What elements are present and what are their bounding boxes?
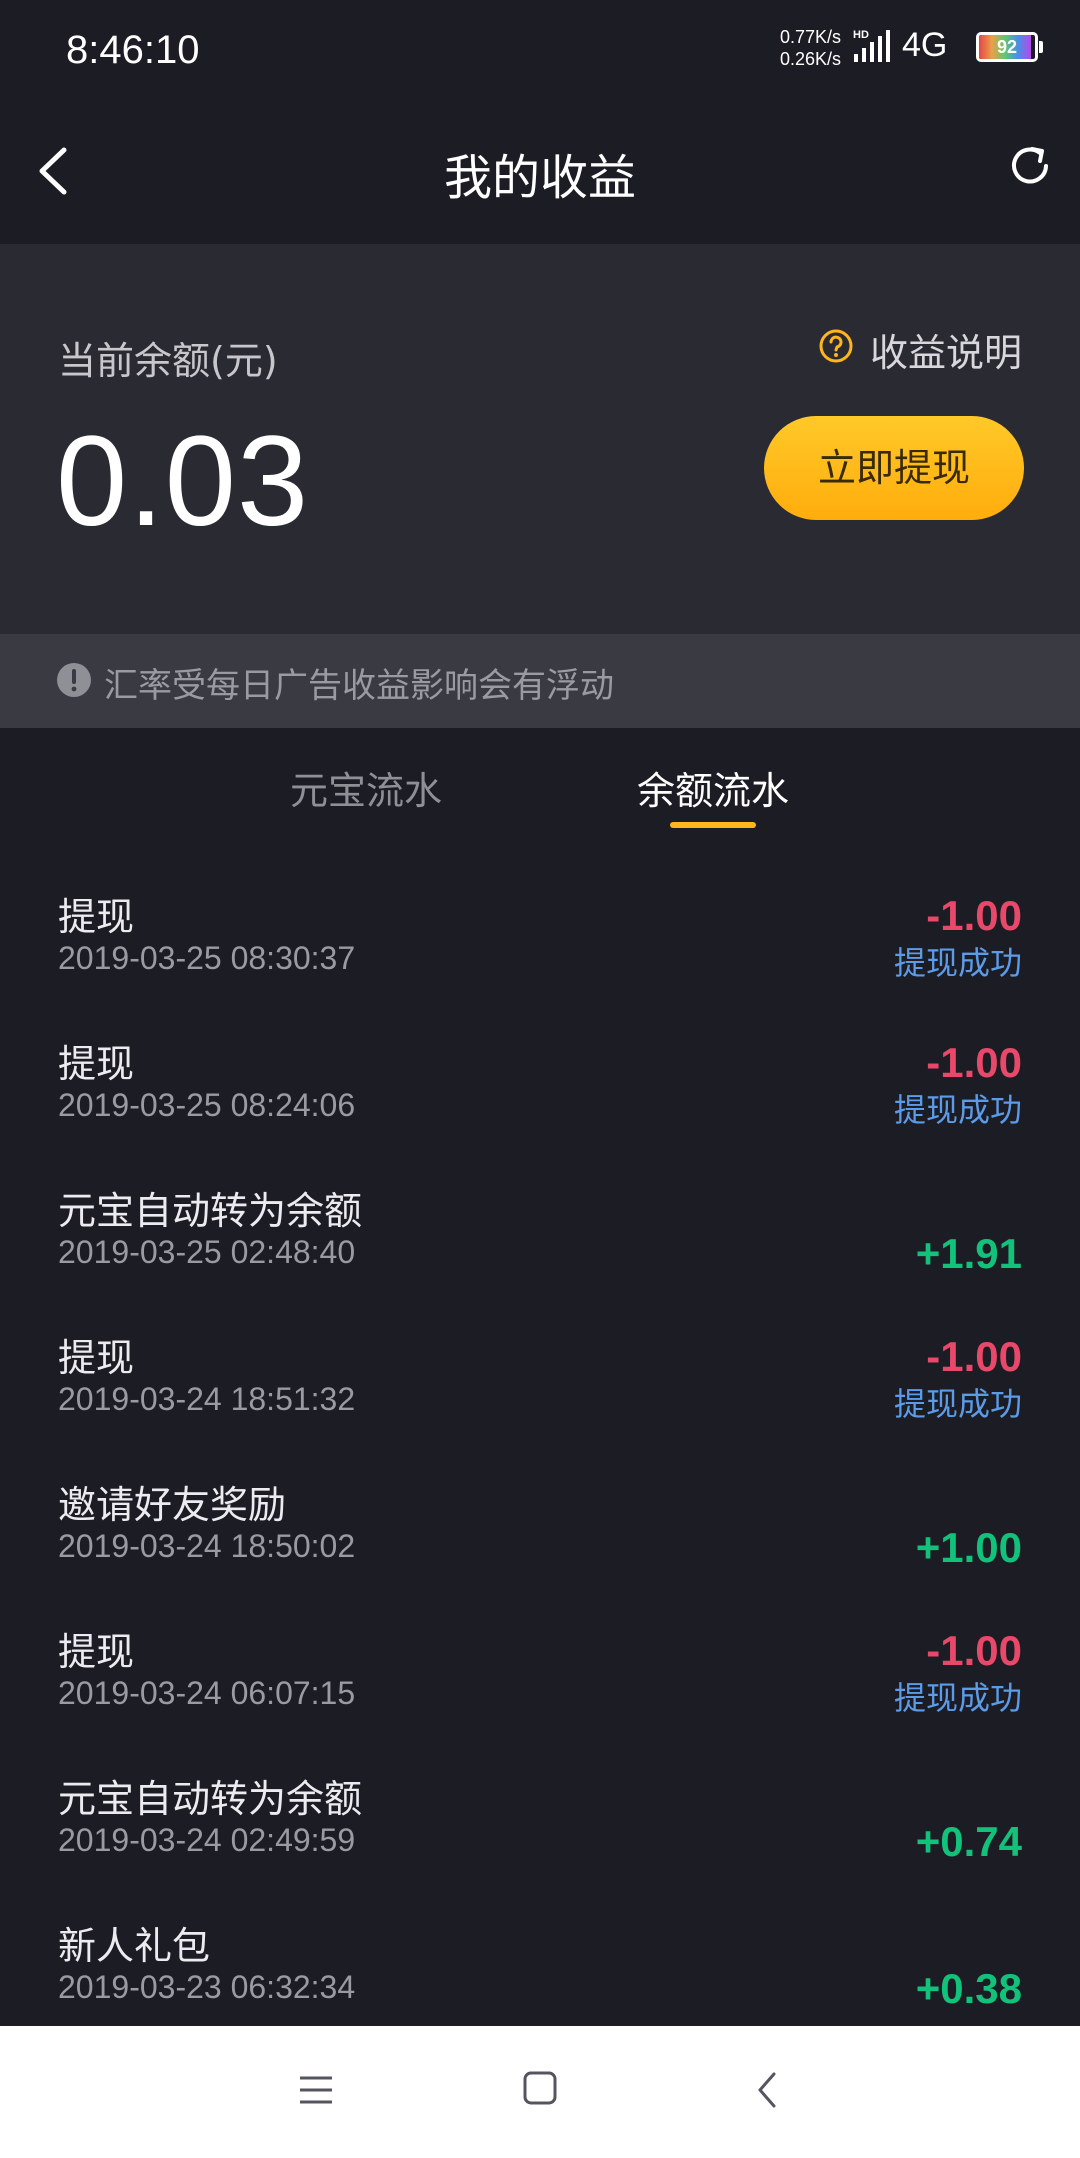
network-type: 4G (902, 26, 948, 64)
balance-value: 0.03 (56, 410, 310, 553)
battery-percent: 92 (996, 37, 1018, 57)
transaction-amount: +1.91 (915, 1230, 1022, 1277)
transaction-row: 元宝自动转为余额 2019-03-25 02:48:40 +1.91 (0, 1132, 1080, 1279)
transaction-row: 新人礼包 2019-03-23 06:32:34 +0.38 (0, 1867, 1080, 2014)
active-tab-indicator (670, 822, 756, 828)
balance-card: 当前余额(元) 收益说明 0.03 立即提现 (0, 244, 1080, 634)
upload-speed: 0.77K/s (780, 27, 842, 47)
question-circle-icon (819, 329, 853, 363)
hd-label: HD (853, 29, 869, 41)
nav-bar: 我的收益 (0, 100, 1080, 244)
exclamation-circle-icon (57, 663, 91, 697)
transaction-status: 提现成功 (893, 1679, 1022, 1717)
signal-icon: HD (853, 29, 890, 62)
transaction-row: 元宝自动转为余额 2019-03-24 02:49:59 +0.74 (0, 1720, 1080, 1867)
exchange-rate-notice: 汇率受每日广告收益影响会有浮动 (0, 634, 1080, 728)
transaction-amount: -1.00 (926, 892, 1022, 939)
transaction-status: 提现成功 (893, 1091, 1022, 1129)
status-time: 8:46:10 (66, 28, 200, 72)
home-square-icon[interactable] (522, 2070, 558, 2106)
transaction-time: 2019-03-24 02:49:59 (58, 1822, 356, 1858)
transaction-title: 提现 (58, 1042, 135, 1086)
earnings-info-label: 收益说明 (870, 331, 1023, 375)
transaction-time: 2019-03-25 08:30:37 (58, 940, 356, 976)
system-back-icon[interactable] (752, 2070, 782, 2110)
transaction-time: 2019-03-24 06:07:15 (58, 1675, 356, 1711)
transaction-status: 提现成功 (893, 1385, 1022, 1423)
network-speed: 0.77K/s 0.26K/s (780, 26, 841, 70)
transaction-time: 2019-03-23 06:32:34 (58, 1969, 356, 2005)
transaction-title: 提现 (58, 895, 135, 939)
transaction-title: 元宝自动转为余额 (58, 1777, 363, 1821)
transaction-title: 提现 (58, 1630, 135, 1674)
page-title: 我的收益 (443, 150, 636, 206)
transaction-list: 提现 2019-03-25 08:30:37 -1.00 提现成功 提现 201… (0, 838, 1080, 2014)
refresh-icon[interactable] (1004, 140, 1056, 192)
transaction-amount: -1.00 (926, 1627, 1022, 1674)
battery-tip (1039, 41, 1043, 53)
system-nav-bar (0, 2026, 1080, 2158)
transaction-row: 邀请好友奖励 2019-03-24 18:50:02 +1.00 (0, 1426, 1080, 1573)
transaction-title: 提现 (58, 1336, 135, 1380)
transaction-amount: +0.38 (915, 1965, 1022, 2012)
transaction-amount: +1.00 (915, 1524, 1022, 1571)
tab-bar: 元宝流水 余额流水 (0, 728, 1080, 838)
earnings-page: 8:46:10 0.77K/s 0.26K/s HD 4G 92 我的收益 当前… (0, 0, 1080, 2158)
notice-text: 汇率受每日广告收益影响会有浮动 (104, 666, 614, 706)
transaction-status: 提现成功 (893, 944, 1022, 982)
battery-icon: 92 (976, 32, 1038, 62)
transaction-amount: -1.00 (926, 1333, 1022, 1380)
download-speed: 0.26K/s (780, 49, 842, 69)
transaction-time: 2019-03-25 02:48:40 (58, 1234, 356, 1270)
transaction-row: 提现 2019-03-25 08:30:37 -1.00 提现成功 (0, 838, 1080, 985)
transaction-row: 提现 2019-03-24 18:51:32 -1.00 提现成功 (0, 1279, 1080, 1426)
transaction-time: 2019-03-24 18:50:02 (58, 1528, 356, 1564)
transaction-row: 提现 2019-03-24 06:07:15 -1.00 提现成功 (0, 1573, 1080, 1720)
transaction-amount: -1.00 (926, 1039, 1022, 1086)
transaction-amount: +0.74 (915, 1818, 1022, 1865)
withdraw-button[interactable]: 立即提现 (764, 416, 1024, 520)
transaction-title: 元宝自动转为余额 (58, 1189, 363, 1233)
tab-balance-flow[interactable]: 余额流水 (637, 760, 789, 815)
status-bar: 8:46:10 0.77K/s 0.26K/s HD 4G 92 (0, 0, 1080, 100)
transaction-title: 邀请好友奖励 (58, 1483, 287, 1527)
transaction-time: 2019-03-24 18:51:32 (58, 1381, 356, 1417)
menu-icon[interactable] (296, 2072, 336, 2108)
transaction-title: 新人礼包 (58, 1924, 211, 1968)
balance-label: 当前余额(元) (58, 339, 278, 383)
transaction-time: 2019-03-25 08:24:06 (58, 1087, 356, 1123)
tab-ingot-flow[interactable]: 元宝流水 (290, 760, 442, 815)
transaction-row: 提现 2019-03-25 08:24:06 -1.00 提现成功 (0, 985, 1080, 1132)
